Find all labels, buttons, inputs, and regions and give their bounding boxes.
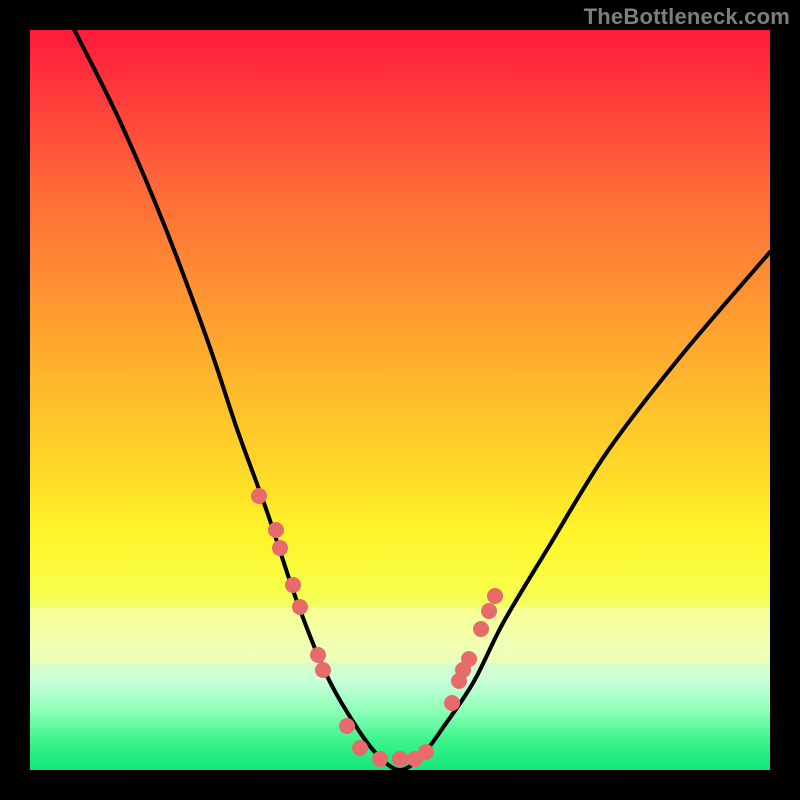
curve-svg: [30, 30, 770, 770]
sample-point: [481, 603, 497, 619]
sample-point: [461, 651, 477, 667]
sample-point: [272, 540, 288, 556]
chart-frame: TheBottleneck.com: [0, 0, 800, 800]
sample-point: [418, 744, 434, 760]
sample-point: [372, 751, 388, 767]
bottleneck-curve-path: [74, 30, 770, 770]
sample-point: [339, 718, 355, 734]
plot-area: [30, 30, 770, 770]
sample-point: [487, 588, 503, 604]
sample-point: [392, 751, 408, 767]
watermark-text: TheBottleneck.com: [584, 4, 790, 30]
sample-point: [315, 662, 331, 678]
sample-point: [352, 740, 368, 756]
sample-point: [268, 522, 284, 538]
